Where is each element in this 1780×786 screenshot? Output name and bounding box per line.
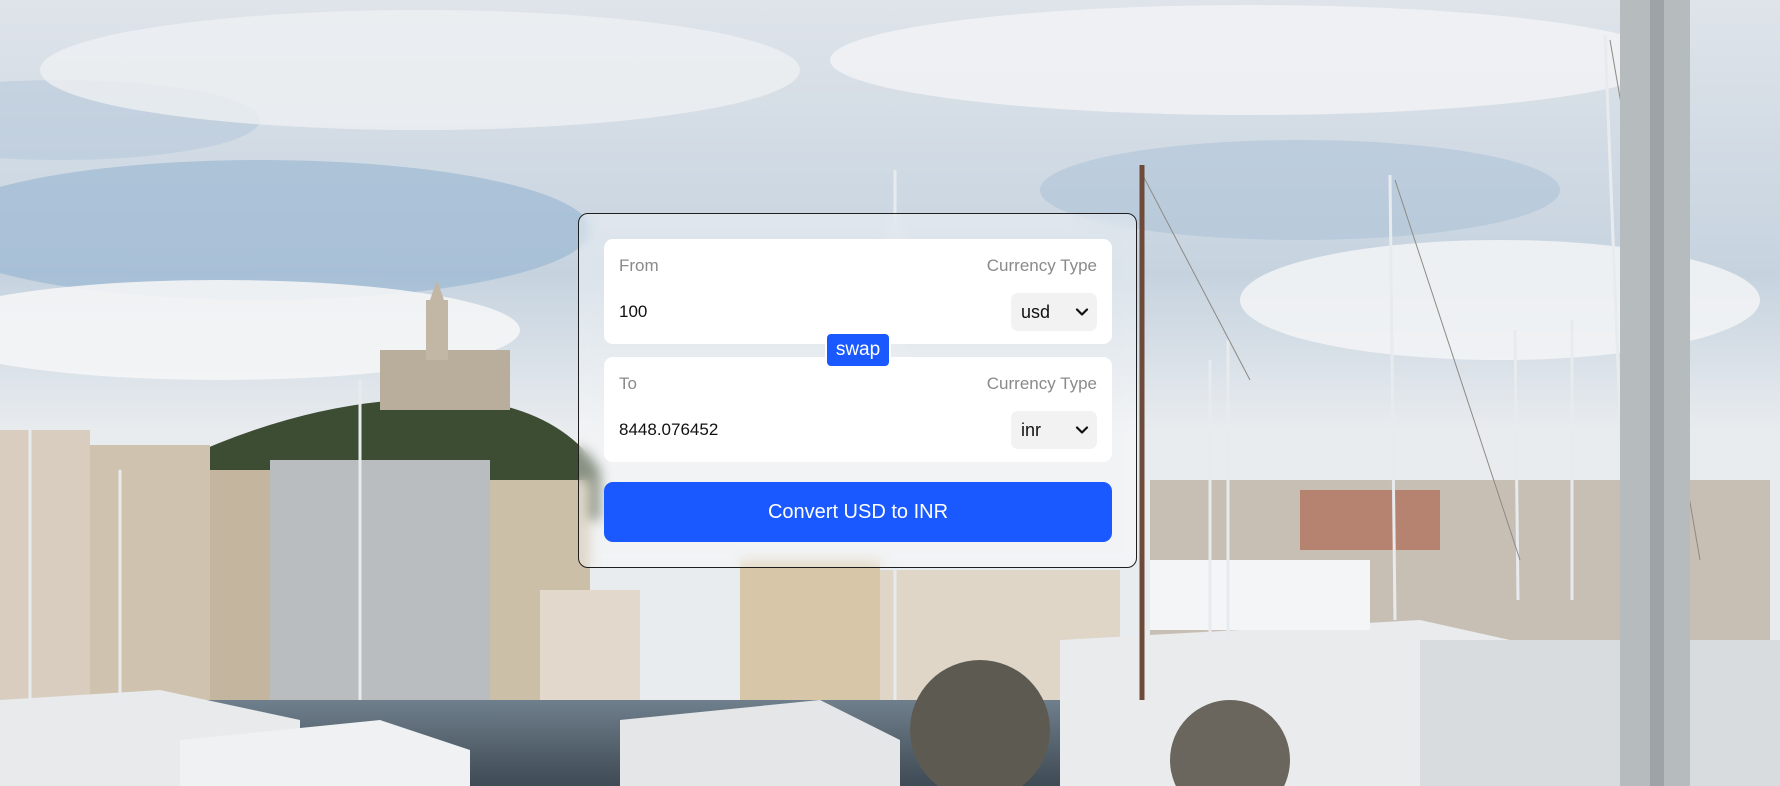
from-currency-value: usd: [1021, 301, 1051, 322]
swap-button[interactable]: swap: [825, 332, 891, 368]
from-currency-select[interactable]: usd: [1011, 293, 1097, 331]
from-currency-type-label: Currency Type: [986, 256, 1097, 275]
currency-converter-card: From Currency Type usd swap To Currency …: [578, 213, 1137, 568]
to-currency-value: inr: [1021, 419, 1042, 440]
to-amount-input[interactable]: [619, 418, 919, 442]
to-label: To: [619, 374, 637, 393]
convert-button[interactable]: Convert USD to INR: [604, 482, 1112, 542]
to-currency-type-label: Currency Type: [986, 374, 1097, 393]
to-currency-select[interactable]: inr: [1011, 411, 1097, 449]
from-box: From Currency Type usd: [604, 239, 1112, 344]
chevron-down-icon: [1075, 426, 1089, 434]
to-box: To Currency Type inr: [604, 357, 1112, 462]
from-label: From: [619, 256, 659, 275]
from-amount-input[interactable]: [619, 300, 919, 324]
chevron-down-icon: [1075, 308, 1089, 316]
